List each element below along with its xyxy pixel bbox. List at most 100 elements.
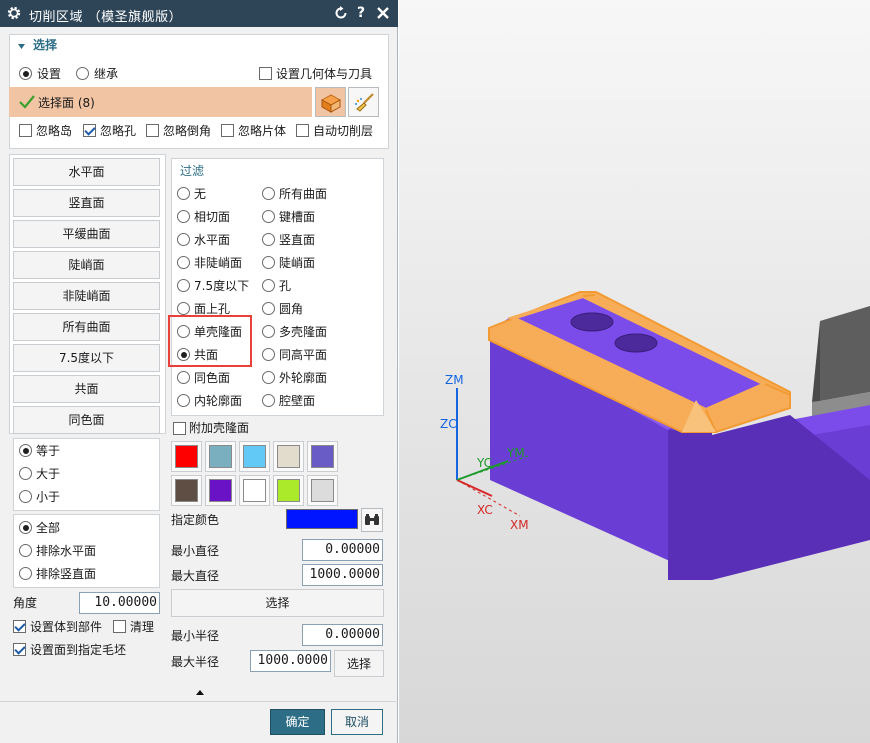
filter-radio-right-0[interactable] — [262, 187, 275, 200]
same-color-button[interactable]: 同色面 — [13, 406, 160, 434]
filter-radio-right-8[interactable] — [262, 371, 275, 384]
ignore-island-checkbox[interactable] — [19, 124, 32, 137]
color-swatch-fill — [209, 479, 232, 502]
radio-set-label: 设置 — [37, 67, 62, 81]
color-swatch[interactable] — [307, 441, 338, 472]
radio-exclude-horizontal-label: 排除水平面 — [36, 544, 97, 558]
filter-radio-left-7[interactable] — [177, 348, 190, 361]
clear-selection-button[interactable] — [348, 87, 379, 117]
color-swatch[interactable] — [273, 475, 304, 506]
radio-equal[interactable] — [19, 444, 32, 457]
radio-exclude-vertical[interactable] — [19, 567, 32, 580]
add-shell-face-checkbox[interactable] — [173, 422, 186, 435]
filter-radio-left-3[interactable] — [177, 256, 190, 269]
coplanar-button[interactable]: 共面 — [13, 375, 160, 403]
set-body-to-part-label: 设置体到部件 — [30, 620, 103, 634]
set-body-to-part-checkbox[interactable] — [13, 620, 26, 633]
color-swatch[interactable] — [307, 475, 338, 506]
angle-input[interactable]: 10.00000 — [79, 592, 160, 614]
auto-cut-level-label: 自动切削层 — [313, 124, 374, 138]
color-swatch-fill — [175, 479, 198, 502]
filter-label-right-1: 键槽面 — [279, 210, 316, 224]
ignore-chamfer-checkbox[interactable] — [146, 124, 159, 137]
min-diameter-input[interactable]: 0.00000 — [302, 539, 383, 561]
collapse-triangle-icon[interactable] — [17, 42, 26, 51]
ignore-hole-checkbox[interactable] — [83, 124, 96, 137]
add-shell-face-label: 附加壳隆面 — [189, 421, 250, 435]
color-swatch[interactable] — [205, 441, 236, 472]
min-diameter-label: 最小直径 — [171, 544, 220, 558]
clean-checkbox[interactable] — [113, 620, 126, 633]
cancel-button[interactable]: 取消 — [331, 709, 383, 735]
filter-label-right-0: 所有曲面 — [279, 187, 328, 201]
filter-radio-left-2[interactable] — [177, 233, 190, 246]
filter-radio-right-4[interactable] — [262, 279, 275, 292]
all-surfaces-button[interactable]: 所有曲面 — [13, 313, 160, 341]
radio-less[interactable] — [19, 490, 32, 503]
filter-radio-left-9[interactable] — [177, 394, 190, 407]
steep-face-button[interactable]: 陡峭面 — [13, 251, 160, 279]
expand-triangle-icon[interactable] — [195, 689, 205, 696]
set-geometry-tool-checkbox[interactable] — [259, 67, 272, 80]
filter-radio-left-4[interactable] — [177, 279, 190, 292]
non-steep-face-button[interactable]: 非陡峭面 — [13, 282, 160, 310]
color-swatch[interactable] — [205, 475, 236, 506]
radio-exclude-horizontal[interactable] — [19, 544, 32, 557]
dialog-titlebar: 切削区域 （模圣旗舰版） ? — [0, 0, 398, 27]
radio-all[interactable] — [19, 521, 32, 534]
filter-radio-right-3[interactable] — [262, 256, 275, 269]
color-swatch[interactable] — [171, 475, 202, 506]
horizontal-face-button[interactable]: 水平面 — [13, 158, 160, 186]
color-swatch-fill — [311, 479, 334, 502]
graphics-viewport[interactable]: ZM ZC YC YM XC XM — [399, 0, 870, 743]
filter-label-left-2: 水平面 — [194, 233, 231, 247]
clean-label: 清理 — [130, 620, 155, 634]
diameter-select-button[interactable]: 选择 — [171, 589, 384, 617]
color-swatch[interactable] — [239, 441, 270, 472]
reset-icon[interactable] — [333, 5, 349, 21]
radio-all-label: 全部 — [36, 521, 61, 535]
filter-radio-right-2[interactable] — [262, 233, 275, 246]
face-select-icon — [320, 94, 342, 113]
color-swatch[interactable] — [171, 441, 202, 472]
filter-label-left-5: 面上孔 — [194, 302, 231, 316]
checkmark-icon — [19, 95, 35, 109]
auto-cut-level-checkbox[interactable] — [296, 124, 309, 137]
color-swatch-fill — [243, 479, 266, 502]
max-diameter-input[interactable]: 1000.0000 — [302, 564, 383, 586]
below-7-5-degrees-button[interactable]: 7.5度以下 — [13, 344, 160, 372]
radio-greater-label: 大于 — [36, 467, 61, 481]
face-select-button[interactable] — [315, 87, 346, 117]
close-icon[interactable] — [375, 5, 391, 21]
filter-radio-left-8[interactable] — [177, 371, 190, 384]
radio-set[interactable] — [19, 67, 32, 80]
axis-label-xm: XM — [510, 518, 529, 532]
filter-radio-right-5[interactable] — [262, 302, 275, 315]
filter-radio-right-1[interactable] — [262, 210, 275, 223]
min-radius-label: 最小半径 — [171, 629, 220, 643]
specified-color-swatch[interactable] — [286, 509, 358, 529]
max-radius-input[interactable]: 1000.0000 — [250, 650, 331, 672]
radio-inherit[interactable] — [76, 67, 89, 80]
color-swatch[interactable] — [273, 441, 304, 472]
filter-radio-left-1[interactable] — [177, 210, 190, 223]
radius-select-button[interactable]: 选择 — [334, 650, 384, 677]
gear-icon[interactable] — [6, 5, 22, 21]
filter-radio-right-6[interactable] — [262, 325, 275, 338]
min-radius-input[interactable]: 0.00000 — [302, 624, 383, 646]
help-icon[interactable]: ? — [353, 5, 369, 21]
ignore-sheet-checkbox[interactable] — [221, 124, 234, 137]
ok-button[interactable]: 确定 — [270, 709, 325, 735]
filter-radio-right-9[interactable] — [262, 394, 275, 407]
color-swatch[interactable] — [239, 475, 270, 506]
color-picker-button[interactable] — [361, 508, 383, 532]
filter-radio-right-7[interactable] — [262, 348, 275, 361]
filter-radio-left-6[interactable] — [177, 325, 190, 338]
radio-greater[interactable] — [19, 467, 32, 480]
filter-radio-left-5[interactable] — [177, 302, 190, 315]
set-face-to-blank-checkbox[interactable] — [13, 643, 26, 656]
vertical-face-button[interactable]: 竖直面 — [13, 189, 160, 217]
gentle-surface-button[interactable]: 平缓曲面 — [13, 220, 160, 248]
filter-radio-left-0[interactable] — [177, 187, 190, 200]
color-swatch-fill — [277, 479, 300, 502]
